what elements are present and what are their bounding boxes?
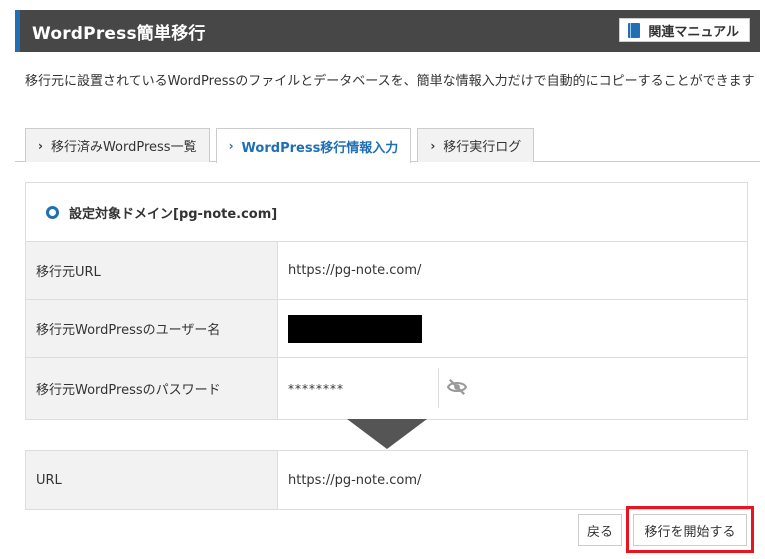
eye-slash-icon[interactable] — [446, 378, 468, 396]
destination-url-value: https://pg-note.com/ — [288, 472, 422, 488]
password-label: 移行元WordPressのパスワード — [26, 358, 278, 419]
username-label: 移行元WordPressのユーザー名 — [26, 300, 278, 357]
page-title: WordPress簡単移行 — [32, 24, 206, 44]
password-divider — [438, 368, 439, 408]
source-info-panel: 設定対象ドメイン[pg-note.com] 移行元URL https://pg-… — [25, 182, 748, 420]
destination-url-label: URL — [26, 451, 278, 509]
tab-label: WordPress移行情報入力 — [241, 140, 399, 156]
target-domain-heading: 設定対象ドメイン[pg-note.com] — [26, 183, 747, 242]
password-field[interactable]: ******** — [288, 382, 438, 396]
radio-dot-icon — [46, 205, 59, 219]
table-row: 移行元WordPressのユーザー名 — [26, 300, 747, 358]
redacted-username — [288, 314, 422, 343]
table-row: 移行元WordPressのパスワード ******** — [26, 358, 747, 419]
tab-migration-info[interactable]: › WordPress移行情報入力 — [215, 128, 412, 163]
username-value — [278, 300, 747, 357]
chevron-right-icon: › — [430, 138, 436, 153]
table-row: URL https://pg-note.com/ — [26, 451, 747, 509]
table-row: 移行元URL https://pg-note.com/ — [26, 242, 747, 300]
source-url-value: https://pg-note.com/ — [288, 263, 422, 278]
tab-label: 移行済みWordPress一覧 — [50, 140, 197, 155]
destination-panel: URL https://pg-note.com/ — [25, 450, 748, 510]
related-manual-label: 関連マニュアル — [648, 24, 739, 40]
target-domain-text: 設定対象ドメイン[pg-note.com] — [69, 206, 278, 222]
book-icon — [628, 22, 641, 38]
arrow-down-icon — [347, 419, 427, 449]
tab-migration-log[interactable]: › 移行実行ログ — [417, 128, 535, 162]
page-header: WordPress簡単移行 関連マニュアル — [15, 10, 760, 52]
source-url-label: 移行元URL — [26, 242, 278, 299]
password-value-cell: ******** — [278, 358, 747, 419]
chevron-right-icon: › — [38, 138, 43, 153]
related-manual-button[interactable]: 関連マニュアル — [619, 18, 750, 42]
page-description: 移行元に設置されているWordPressのファイルとデータベースを、簡単な情報入… — [25, 74, 755, 89]
chevron-right-icon: › — [228, 139, 234, 153]
back-button[interactable]: 戻る — [578, 514, 622, 546]
tab-label: 移行実行ログ — [443, 140, 522, 155]
tab-bar: › 移行済みWordPress一覧 › WordPress移行情報入力 › 移行… — [25, 128, 540, 163]
start-migration-button[interactable]: 移行を開始する — [633, 514, 747, 546]
tab-migrated-list[interactable]: › 移行済みWordPress一覧 — [25, 128, 210, 162]
